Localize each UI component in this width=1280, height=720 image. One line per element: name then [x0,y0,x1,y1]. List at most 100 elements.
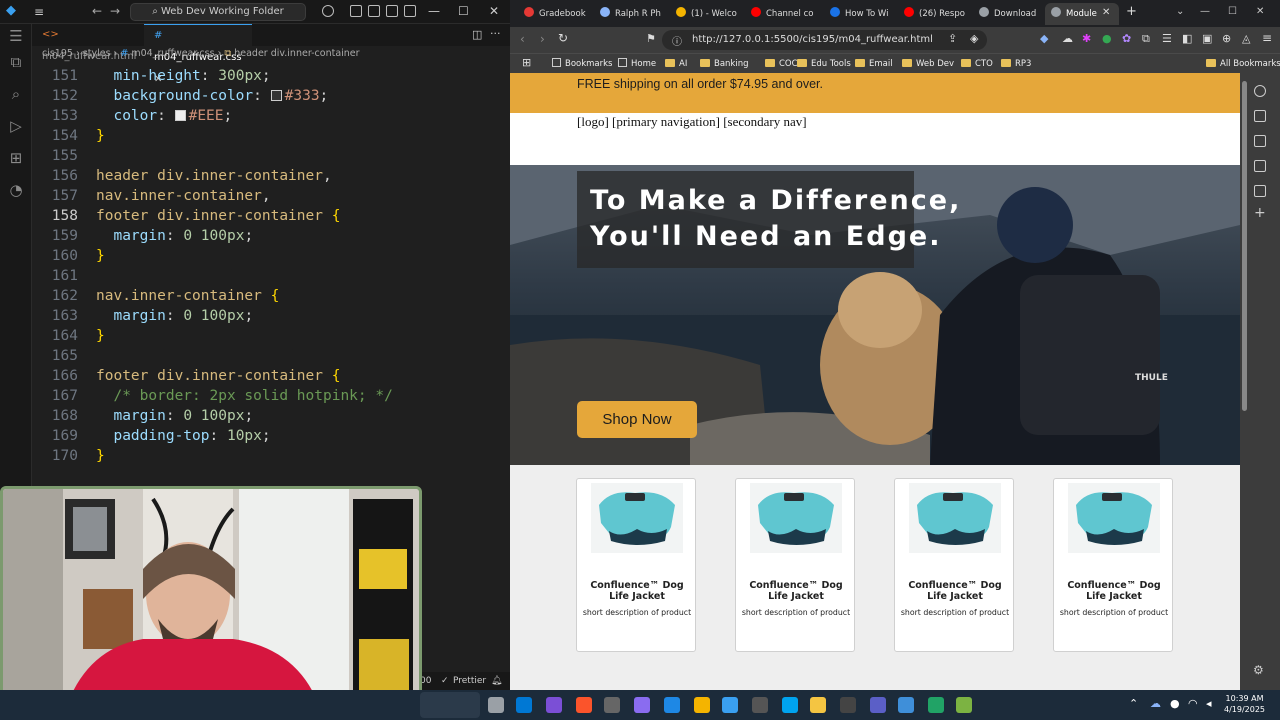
bookmark-icon[interactable]: ⚑ [646,32,656,45]
code-line[interactable]: padding-top: 10px; [96,426,270,446]
tab-html[interactable]: <> m04_ruffwear.html [32,24,144,62]
breadcrumb-item[interactable]: cis195 [42,48,73,59]
extension-icon[interactable]: ✱ [1082,32,1091,45]
code-editor[interactable]: 151 min-height: 300px; 152 background-col… [32,66,502,476]
product-name[interactable]: Confluence™ Dog Life Jacket [1058,580,1170,602]
toggle-secondary-sidebar-icon[interactable] [404,5,416,17]
shop-now-button[interactable]: Shop Now [577,401,697,438]
taskbar-search[interactable] [420,692,480,718]
bookmark-item[interactable]: Web Dev [902,57,954,71]
bookmark-item[interactable]: Email [855,57,893,71]
code-line[interactable]: nav.inner-container { [96,286,279,306]
extension-icon[interactable]: ✿ [1122,32,1131,45]
tab-search-icon[interactable]: ⌄ [1176,6,1184,17]
chrome-icon[interactable] [694,697,710,713]
reading-list-icon[interactable]: ☰ [1162,32,1172,45]
tray-cloud-icon[interactable]: ☁ [1150,697,1161,710]
product-image[interactable] [750,483,842,553]
prettier-status[interactable]: Prettier [453,672,486,690]
minimize-icon[interactable]: — [1200,6,1210,17]
bookmark-item[interactable]: Edu Tools [797,57,851,71]
wallet-icon[interactable]: ▣ [1202,32,1212,45]
menu-icon[interactable]: ≡ [34,6,44,18]
layout-icon[interactable] [350,5,362,17]
color-swatch[interactable] [270,90,282,101]
browser-menu-icon[interactable]: ≡ [1262,31,1272,45]
all-bookmarks-folder[interactable]: All Bookmarks [1206,57,1280,71]
copilot-icon[interactable] [546,697,562,713]
product-image[interactable] [1068,483,1160,553]
browser-tab[interactable]: (1) - Welco [670,3,740,25]
close-icon[interactable]: ✕ [489,4,499,18]
vscode-icon[interactable] [722,697,738,713]
excel-icon[interactable] [928,697,944,713]
bookmark-item[interactable]: Home [618,57,656,71]
back-arrow-icon[interactable]: ← [92,4,102,18]
product-card[interactable]: Confluence™ Dog Life Jacket short descrip… [894,478,1014,652]
maximize-icon[interactable]: ☐ [458,4,469,18]
teams-icon[interactable] [870,697,886,713]
settings-gear-icon[interactable]: ⚙ [1253,663,1264,677]
k-app-icon[interactable] [752,697,768,713]
code-line[interactable]: margin: 0 100px; [96,306,253,326]
tab-css[interactable]: # m04_ruffwear.css ✕ [144,24,252,85]
breadcrumb-item[interactable]: m04_ruffwear.css [131,48,214,59]
code-line[interactable]: } [96,246,105,266]
code-line[interactable]: background-color: #333; [96,86,328,106]
bookmark-item[interactable]: CTO [961,57,993,71]
code-line[interactable]: } [96,446,105,466]
code-line[interactable]: footer div.inner-container { [96,206,340,226]
brave-icon[interactable] [576,697,592,713]
code-line[interactable]: footer div.inner-container { [96,366,340,386]
code-line[interactable]: /* border: 2px solid hotpink; */ [96,386,392,406]
outlook-icon[interactable] [516,697,532,713]
share-icon[interactable]: ⇪ [948,32,957,45]
forward-arrow-icon[interactable]: → [110,4,120,18]
explorer-icon[interactable]: ⧉ [6,52,26,72]
sidebar-panel-icon[interactable] [1254,110,1266,122]
obs-studio-icon[interactable] [840,697,856,713]
forward-icon[interactable]: › [540,32,545,46]
bookmark-item[interactable]: RP3 [1001,57,1031,71]
edge-devtools-icon[interactable]: ◔ [6,180,26,200]
product-image[interactable] [591,483,683,553]
add-panel-icon[interactable]: + [1254,205,1266,221]
code-line[interactable]: } [96,326,105,346]
maximize-icon[interactable]: ☐ [1228,6,1237,17]
site-info-icon[interactable]: ⓘ [672,33,682,48]
extension-icon[interactable]: ☁ [1062,32,1073,45]
reload-icon[interactable]: ↻ [558,31,568,45]
product-name[interactable]: Confluence™ Dog Life Jacket [899,580,1011,602]
browser-tab[interactable]: Channel co [745,3,815,25]
reading-list-icon[interactable] [1254,160,1266,172]
code-line[interactable]: margin: 0 100px; [96,226,253,246]
bookmarks-panel-icon[interactable] [1254,185,1266,197]
product-card[interactable]: Confluence™ Dog Life Jacket short descrip… [1053,478,1173,652]
extension-icon[interactable]: ● [1102,32,1112,45]
page-scrollbar[interactable] [1242,81,1247,411]
toggle-sidebar-icon[interactable] [368,5,380,17]
copilot-icon[interactable] [322,5,334,17]
close-window-icon[interactable]: ✕ [1256,6,1264,17]
split-editor-icon[interactable]: ◫ [472,28,482,41]
browser-tab[interactable]: Ralph R Ph [594,3,664,25]
color-swatch[interactable] [174,110,186,121]
obs-icon[interactable] [604,697,620,713]
apps-grid-icon[interactable]: ⊞ [522,56,531,69]
notifications-icon[interactable]: 🔔︎ [491,672,502,690]
product-name[interactable]: Confluence™ Dog Life Jacket [740,580,852,602]
brave-shield-icon[interactable]: ◈ [970,32,978,45]
search-icon[interactable]: ⌕ [6,84,26,104]
notepad-icon[interactable] [956,697,972,713]
edge-icon[interactable] [664,697,680,713]
leo-ai-icon[interactable] [1254,85,1266,97]
bookmark-item[interactable]: Banking [700,57,749,71]
wallet-icon[interactable] [1254,135,1266,147]
browser-tab[interactable]: Download [973,3,1043,25]
new-tab-icon[interactable]: + [1126,4,1137,19]
toggle-panel-icon[interactable] [386,5,398,17]
browser-tab[interactable]: How To Wi [824,3,894,25]
code-line[interactable]: header div.inner-container, [96,166,332,186]
product-card[interactable]: Confluence™ Dog Life Jacket short descrip… [735,478,855,652]
code-line[interactable]: min-height: 300px; [96,66,270,86]
